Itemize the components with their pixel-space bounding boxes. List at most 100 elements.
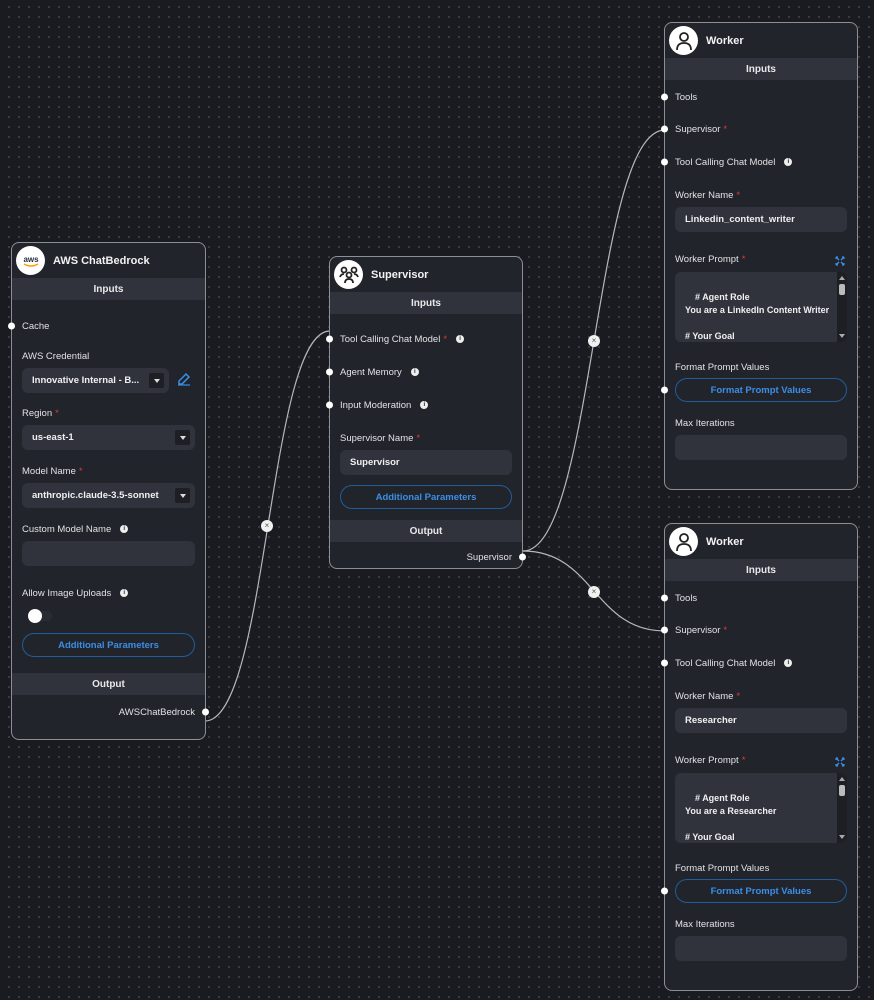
cache-input: Cache (8, 316, 205, 336)
worker-name-input[interactable]: Researcher (675, 708, 847, 733)
format-prompt-handle[interactable] (661, 887, 668, 895)
max-iterations-label: Max Iterations (675, 417, 735, 429)
cache-handle[interactable] (8, 322, 15, 330)
output-label: AWSChatBedrock (118, 706, 195, 718)
node-header: Supervisor (330, 257, 522, 292)
svg-text:aws: aws (23, 255, 39, 264)
inputs-header: Inputs (665, 58, 857, 80)
tool-calling-model-handle[interactable] (661, 659, 668, 667)
aws-chatbedrock-node[interactable]: aws AWS ChatBedrock Inputs Cache AWS Cre… (8, 242, 209, 740)
credential-select[interactable]: Innovative Internal - B... (22, 368, 169, 393)
format-prompt-label: Format Prompt Values (675, 862, 770, 874)
worker-name-label: Worker Name * (675, 690, 741, 702)
supervisor-name-label: Supervisor Name * (340, 432, 421, 444)
custom-model-label: Custom Model Name i (12, 522, 205, 536)
user-icon (669, 26, 698, 55)
output-header: Output (12, 673, 205, 695)
node-title: Supervisor (371, 268, 429, 281)
node-header: Worker (665, 524, 857, 559)
tools-handle[interactable] (661, 93, 668, 101)
info-icon[interactable]: i (120, 525, 129, 533)
tool-calling-model-handle[interactable] (661, 158, 668, 166)
prompt-scrollbar[interactable] (837, 272, 847, 342)
tool-calling-model-input: Tool Calling Chat Model i (661, 653, 857, 673)
cache-label: Cache (22, 320, 50, 332)
additional-parameters-button[interactable]: Additional Parameters (22, 633, 195, 657)
supervisor-handle[interactable] (661, 125, 668, 133)
credential-label: AWS Credential (22, 350, 90, 362)
output-label: Supervisor (466, 551, 512, 563)
worker-prompt-textarea[interactable]: # Agent Role You are a LinkedIn Content … (675, 272, 847, 342)
tool-calling-model-handle[interactable] (326, 335, 333, 343)
node-header: aws AWS ChatBedrock (12, 243, 205, 278)
supervisor-handle[interactable] (661, 626, 668, 634)
output-handle[interactable] (519, 553, 526, 561)
agent-memory-input: Agent Memory i (326, 362, 522, 382)
agent-memory-handle[interactable] (326, 368, 333, 376)
worker-prompt-label: Worker Prompt * (665, 753, 857, 767)
worker-prompt-label: Worker Prompt * (665, 252, 857, 266)
supervisor-node[interactable]: Supervisor Inputs Tool Calling Chat Mode… (326, 256, 526, 569)
info-icon[interactable]: i (120, 589, 129, 597)
input-moderation-input: Input Moderation i (326, 395, 522, 415)
worker-name-input[interactable]: Linkedin_content_writer (675, 207, 847, 232)
supervisor-name-input[interactable]: Supervisor (340, 450, 512, 475)
input-moderation-handle[interactable] (326, 401, 333, 409)
tools-handle[interactable] (661, 594, 668, 602)
node-title: Worker (706, 535, 744, 548)
edge-delete-button[interactable]: × (261, 520, 273, 532)
max-iterations-label: Max Iterations (675, 918, 735, 930)
image-uploads-toggle[interactable] (28, 609, 54, 623)
info-icon[interactable]: i (420, 401, 429, 409)
inputs-header: Inputs (330, 292, 522, 314)
node-header: Worker (665, 23, 857, 58)
tool-calling-model-input: Tool Calling Chat Model * i (326, 329, 522, 349)
supervisor-input: Supervisor * (661, 620, 857, 640)
node-title: AWS ChatBedrock (53, 254, 150, 267)
model-name-select[interactable]: anthropic.claude-3.5-sonnet (22, 483, 195, 508)
inputs-header: Inputs (665, 559, 857, 581)
worker-name-label: Worker Name * (675, 189, 741, 201)
output-handle[interactable] (202, 708, 209, 716)
format-prompt-handle[interactable] (661, 386, 668, 394)
output-row: AWSChatBedrock (12, 702, 209, 722)
prompt-scrollbar[interactable] (837, 773, 847, 843)
edge-delete-button[interactable]: × (588, 586, 600, 598)
additional-parameters-button[interactable]: Additional Parameters (340, 485, 512, 509)
chevron-down-icon[interactable] (175, 488, 190, 503)
aws-logo-icon: aws (16, 246, 45, 275)
model-name-label: Model Name * (22, 465, 83, 477)
node-title: Worker (706, 34, 744, 47)
custom-model-input[interactable] (22, 541, 195, 566)
edge-delete-button[interactable]: × (588, 335, 600, 347)
info-icon[interactable]: i (456, 335, 465, 343)
worker-node-researcher[interactable]: Worker Inputs Tools Supervisor * Tool Cal… (661, 523, 858, 991)
info-icon[interactable]: i (410, 368, 419, 376)
max-iterations-input[interactable] (675, 435, 847, 460)
worker-node-linkedin[interactable]: Worker Inputs Tools Supervisor * Tool Cal… (661, 22, 858, 490)
inputs-header: Inputs (12, 278, 205, 300)
output-header: Output (330, 520, 522, 542)
supervisor-input: Supervisor * (661, 119, 857, 139)
output-row: Supervisor (330, 547, 526, 567)
tools-input: Tools (661, 588, 857, 608)
format-prompt-label: Format Prompt Values (675, 361, 770, 373)
tool-calling-model-input: Tool Calling Chat Model i (661, 152, 857, 172)
info-icon[interactable]: i (784, 659, 793, 667)
expand-icon[interactable] (835, 757, 845, 767)
format-prompt-values-button[interactable]: Format Prompt Values (675, 879, 847, 903)
expand-icon[interactable] (835, 256, 845, 266)
supervisor-face-icon (334, 260, 363, 289)
image-uploads-label: Allow Image Uploads i (12, 586, 205, 600)
max-iterations-input[interactable] (675, 936, 847, 961)
info-icon[interactable]: i (784, 158, 793, 166)
format-prompt-values-button[interactable]: Format Prompt Values (675, 378, 847, 402)
user-icon (669, 527, 698, 556)
region-label: Region * (22, 407, 59, 419)
chevron-down-icon[interactable] (149, 373, 164, 388)
edit-credential-icon[interactable] (176, 371, 192, 387)
worker-prompt-textarea[interactable]: # Agent Role You are a Researcher # Your… (675, 773, 847, 843)
chevron-down-icon[interactable] (175, 430, 190, 445)
tools-input: Tools (661, 87, 857, 107)
region-select[interactable]: us-east-1 (22, 425, 195, 450)
